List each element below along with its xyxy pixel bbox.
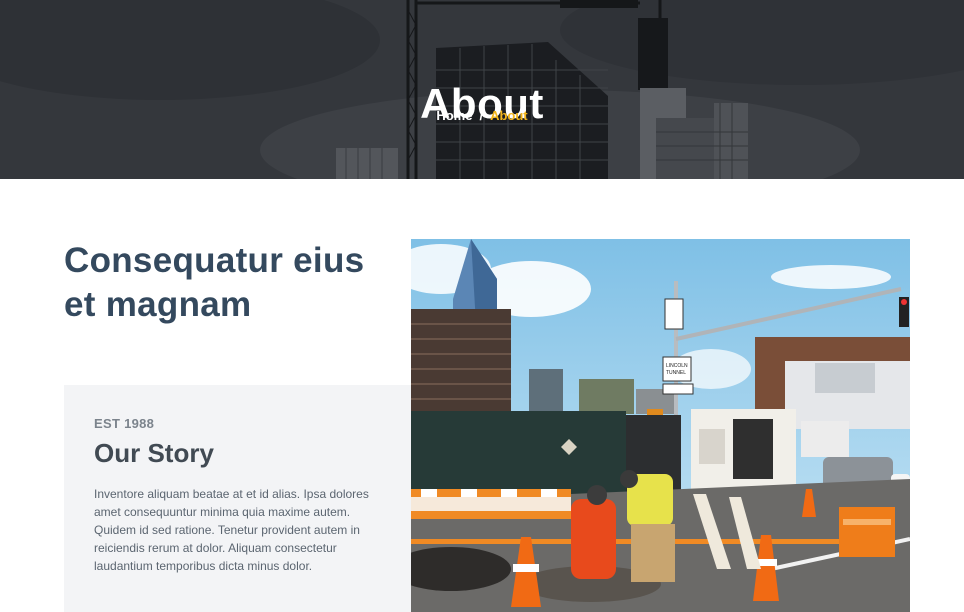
breadcrumb-home-link[interactable]: Home <box>436 108 472 123</box>
story-eyebrow: EST 1988 <box>94 416 155 431</box>
story-card: EST 1988 Our Story Inventore aliquam bea… <box>64 385 424 612</box>
breadcrumb: Home / About <box>0 108 964 123</box>
story-body: Inventore aliquam beatae at et id alias.… <box>94 487 369 573</box>
svg-text:LINCOLN: LINCOLN <box>666 363 688 369</box>
story-title: Our Story <box>94 438 214 468</box>
breadcrumb-current: About <box>490 108 528 123</box>
svg-text:TUNNEL: TUNNEL <box>666 370 686 376</box>
construction-photo: LINCOLN TUNNEL <box>411 239 910 612</box>
section-headline: Consequatur eius et magnam <box>64 241 365 324</box>
breadcrumb-separator: / <box>479 108 484 123</box>
page-hero: About Home / About <box>0 0 964 179</box>
